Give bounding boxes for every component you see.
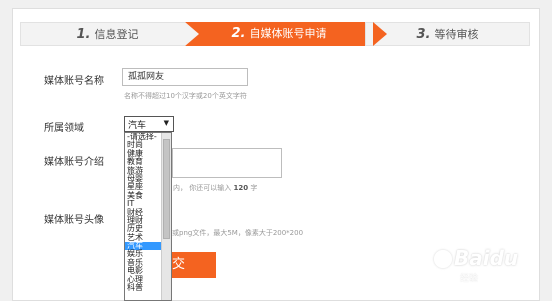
step-label: 等待审核 <box>434 28 479 41</box>
dropdown-scrollbar[interactable] <box>161 133 171 300</box>
paw-icon <box>434 250 452 268</box>
chevron-down-icon: ▼ <box>163 119 169 127</box>
account-name-hint: 名称不得超过10个汉字或20个英文字符 <box>124 92 247 100</box>
watermark-brand: Baidu <box>454 246 519 270</box>
step-label: 信息登记 <box>94 28 139 41</box>
progress-steps: 1. 信息登记 2. 自媒体账号申请 3. 等待审核 <box>20 22 530 46</box>
account-intro-textarea[interactable] <box>172 148 282 178</box>
account-name-input[interactable]: 孤孤网友 <box>122 68 248 86</box>
page: 1. 信息登记 2. 自媒体账号申请 3. 等待审核 媒体账号名称 孤孤网友 名称不得… <box>0 0 552 301</box>
step-arrow-icon <box>185 22 199 46</box>
domain-dropdown-list: -请选择- 时尚 健康 教育 旅游 母婴 星座 美食 IT 财经 理财 历史 艺术 汽车 娱乐 音乐 电影 心理科… <box>124 132 172 301</box>
watermark-sub: 经验 <box>460 274 479 284</box>
dropdown-option[interactable]: 科普 <box>125 283 163 292</box>
domain-select[interactable]: 汽车 ▼ <box>124 116 174 132</box>
step-await-review: 3. 等待审核 <box>365 22 530 46</box>
submit-button[interactable]: 交 <box>170 252 216 278</box>
step-number: 2. <box>231 26 246 41</box>
step-account-apply: 2. 自媒体账号申请 <box>185 22 373 46</box>
intro-hint-count: 120 <box>233 184 249 192</box>
account-avatar-hint: 或png文件，最大5M，像素大于200*200 <box>172 229 304 237</box>
domain-select-value: 汽车 <box>128 121 147 131</box>
dropdown-options: -请选择- 时尚 健康 教育 旅游 母婴 星座 美食 IT 财经 理财 历史 艺术 汽车 娱乐 音乐 电影 心理科… <box>125 133 163 292</box>
step-number: 1. <box>76 27 91 42</box>
step-label: 自媒体账号申请 <box>249 27 327 40</box>
scrollbar-thumb[interactable] <box>163 139 170 239</box>
baidu-watermark: Baidu 经验 <box>430 246 540 286</box>
step-number: 3. <box>416 27 431 42</box>
domain-label: 所属领域 <box>44 123 84 134</box>
account-avatar-label: 媒体账号头像 <box>44 215 104 226</box>
step-info-register: 1. 信息登记 <box>20 22 195 46</box>
intro-hint-suffix: 字 <box>250 184 258 192</box>
intro-hint-prefix: 内， 你还可以输入 <box>173 184 232 192</box>
account-intro-hint: 内， 你还可以输入 120 字 <box>173 183 257 193</box>
account-intro-label: 媒体账号介绍 <box>44 157 104 168</box>
account-name-label: 媒体账号名称 <box>44 76 104 87</box>
step-arrow-icon <box>373 22 387 46</box>
